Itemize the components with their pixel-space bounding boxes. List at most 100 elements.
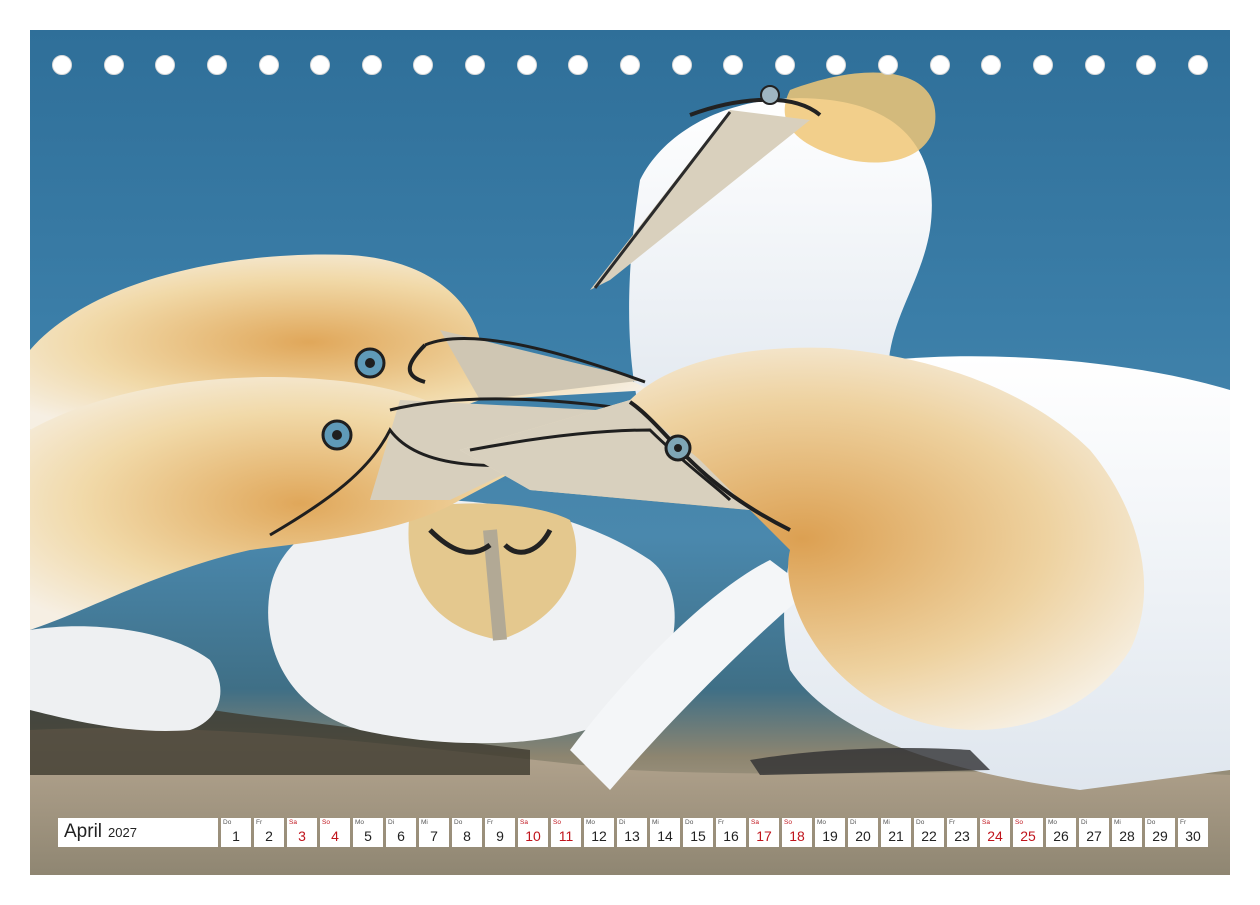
weekday-abbr: Fr xyxy=(1180,819,1187,826)
binding-hole xyxy=(929,55,950,75)
day-cell: Fr 2 xyxy=(254,818,284,847)
binding-hole xyxy=(258,55,279,75)
day-cell: Mo 26 xyxy=(1046,818,1076,847)
day-number: 19 xyxy=(822,828,838,844)
day-cell: Mi 28 xyxy=(1112,818,1142,847)
binding-hole xyxy=(878,55,898,75)
day-number: 20 xyxy=(855,828,871,844)
weekday-abbr: Do xyxy=(685,819,694,826)
binding-hole xyxy=(516,55,537,75)
day-number: 24 xyxy=(987,828,1003,844)
weekday-abbr: Sa xyxy=(982,819,990,826)
weekday-abbr: So xyxy=(784,819,792,826)
day-number: 6 xyxy=(397,828,405,844)
binding-hole xyxy=(155,55,176,75)
day-cell: Mi 7 xyxy=(419,818,449,847)
weekday-abbr: Fr xyxy=(256,819,263,826)
day-cell: Sa 3 xyxy=(287,818,317,847)
binding-hole xyxy=(568,55,589,75)
day-number: 28 xyxy=(1119,828,1135,844)
day-number: 30 xyxy=(1185,828,1201,844)
day-cell: So 25 xyxy=(1013,818,1043,847)
binding-hole xyxy=(465,55,485,75)
binding-hole xyxy=(310,55,331,75)
day-cell: Sa 17 xyxy=(749,818,779,847)
day-number: 16 xyxy=(723,828,739,844)
weekday-abbr: Sa xyxy=(751,819,759,826)
month-label-box: April 2027 xyxy=(58,818,218,847)
day-number: 2 xyxy=(265,828,273,844)
day-cell: Di 13 xyxy=(617,818,647,847)
binding-hole xyxy=(103,55,124,75)
month-year: 2027 xyxy=(108,825,137,840)
day-cell: Fr 30 xyxy=(1178,818,1208,847)
weekday-abbr: Di xyxy=(850,819,857,826)
weekday-abbr: Fr xyxy=(949,819,956,826)
weekday-abbr: Mi xyxy=(421,819,428,826)
binding-hole xyxy=(1187,55,1208,75)
day-cell: Di 27 xyxy=(1079,818,1109,847)
month-name: April xyxy=(64,821,103,842)
binding-holes xyxy=(52,55,1208,79)
weekday-abbr: Mo xyxy=(355,819,365,826)
binding-hole xyxy=(774,55,795,75)
day-number: 25 xyxy=(1020,828,1036,844)
weekday-abbr: Di xyxy=(388,819,395,826)
gannets-photo xyxy=(30,72,1230,875)
day-number: 27 xyxy=(1086,828,1102,844)
day-cell: Do 8 xyxy=(452,818,482,847)
binding-hole xyxy=(671,55,692,75)
day-cell: So 18 xyxy=(782,818,812,847)
weekday-abbr: Di xyxy=(619,819,626,826)
day-cell: Do 1 xyxy=(221,818,251,847)
day-number: 29 xyxy=(1152,828,1168,844)
day-number: 11 xyxy=(558,828,574,844)
binding-hole xyxy=(723,55,744,75)
day-cell: Mo 19 xyxy=(815,818,845,847)
binding-hole xyxy=(1084,55,1105,75)
day-number: 10 xyxy=(525,828,541,844)
weekday-abbr: Mo xyxy=(1048,819,1058,826)
day-cell: Di 6 xyxy=(386,818,416,847)
day-number: 3 xyxy=(298,828,306,844)
day-cell: Fr 23 xyxy=(947,818,977,847)
day-number: 7 xyxy=(430,828,438,844)
weekday-abbr: Do xyxy=(1147,819,1156,826)
weekday-abbr: Fr xyxy=(487,819,494,826)
weekday-abbr: Do xyxy=(223,819,232,826)
day-number: 23 xyxy=(954,828,970,844)
binding-hole xyxy=(206,55,227,75)
weekday-abbr: Do xyxy=(916,819,925,826)
day-cell: Do 29 xyxy=(1145,818,1175,847)
day-cell: Sa 10 xyxy=(518,818,548,847)
day-cell: Fr 16 xyxy=(716,818,746,847)
day-cell: Mi 14 xyxy=(650,818,680,847)
day-number: 12 xyxy=(591,828,607,844)
day-cell: Mo 5 xyxy=(353,818,383,847)
weekday-abbr: Mo xyxy=(586,819,596,826)
weekday-abbr: Di xyxy=(1081,819,1088,826)
day-cell: Do 15 xyxy=(683,818,713,847)
weekday-abbr: Do xyxy=(454,819,463,826)
day-number: 9 xyxy=(496,828,504,844)
day-number: 17 xyxy=(756,828,772,844)
calendar-strip: April 2027 Do 1 Fr 2 Sa 3 So 4 Mo 5 Di 6 Mi 7 Do 8 Fr 9 Sa… xyxy=(58,818,1208,847)
day-cell: Mo 12 xyxy=(584,818,614,847)
day-number: 14 xyxy=(657,828,673,844)
binding-hole xyxy=(1032,55,1053,75)
weekday-abbr: So xyxy=(322,819,330,826)
day-cell: Fr 9 xyxy=(485,818,515,847)
weekday-abbr: So xyxy=(1015,819,1023,826)
day-number: 22 xyxy=(921,828,937,844)
day-cell: Sa 24 xyxy=(980,818,1010,847)
weekday-abbr: Mi xyxy=(1114,819,1121,826)
binding-hole xyxy=(826,55,847,75)
day-cell: Di 20 xyxy=(848,818,878,847)
weekday-abbr: Mo xyxy=(817,819,827,826)
weekday-abbr: Sa xyxy=(520,819,528,826)
binding-hole xyxy=(52,55,72,75)
day-cell: Mi 21 xyxy=(881,818,911,847)
weekday-abbr: Mi xyxy=(652,819,659,826)
day-number: 5 xyxy=(364,828,372,844)
day-number: 18 xyxy=(789,828,805,844)
